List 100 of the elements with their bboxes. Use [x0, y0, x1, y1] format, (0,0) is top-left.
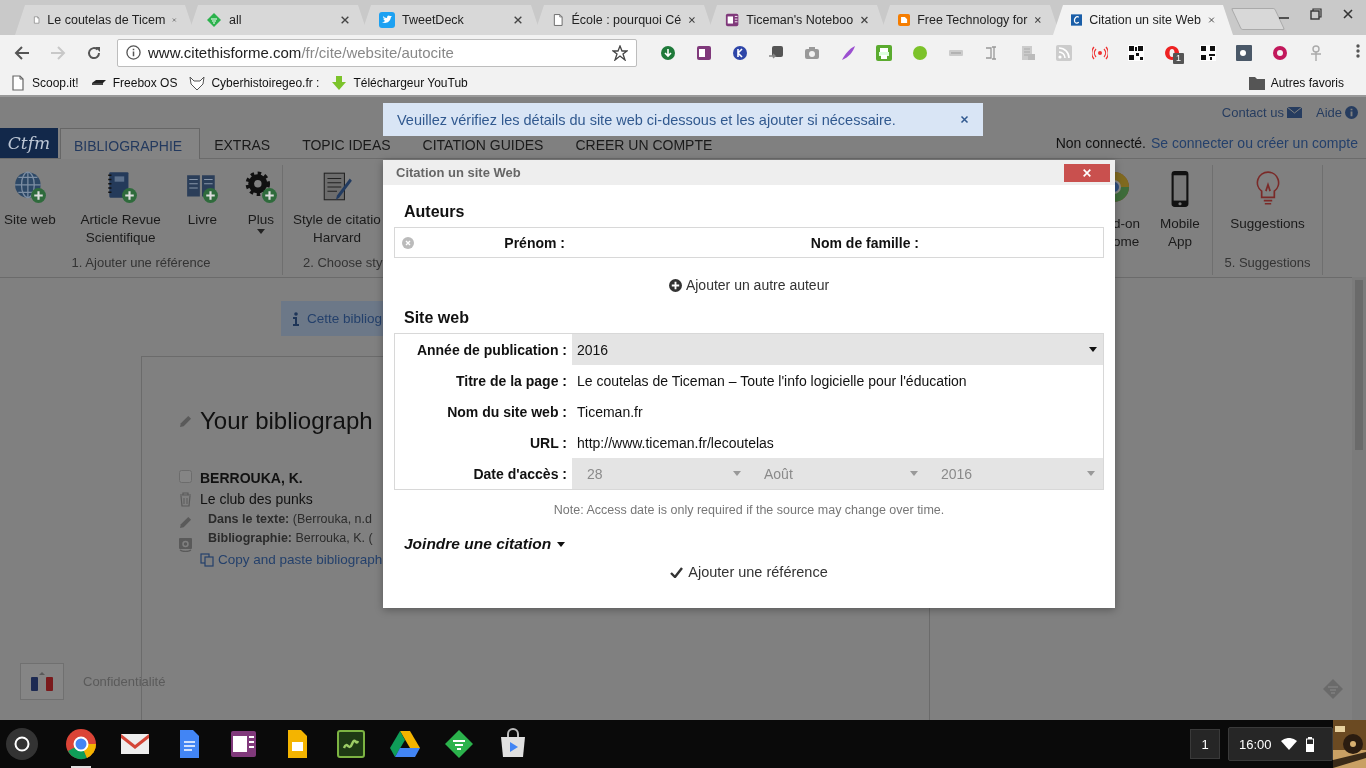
field-label: Année de publication :: [415, 341, 568, 358]
bookmark-link[interactable]: Téléchargeur YouTub: [353, 75, 468, 90]
download-icon: [331, 74, 348, 91]
count-badge: 1: [1173, 52, 1184, 64]
logo-icon: [1071, 12, 1083, 28]
login-status: Non connecté.: [1055, 135, 1146, 151]
check-icon: [670, 566, 684, 578]
ribbon-button[interactable]: Article Revue Scientifique: [80, 211, 161, 247]
folder-icon: [1248, 75, 1265, 90]
group-label: 2. Choose sty: [303, 255, 383, 270]
printer-icon[interactable]: [876, 44, 892, 61]
close-icon[interactable]: [340, 15, 350, 25]
field-label: Titre de la page :: [455, 372, 568, 389]
bookmark-folder[interactable]: Autres favoris: [1270, 75, 1344, 90]
close-icon: [960, 115, 969, 124]
ribbon-button[interactable]: Mobile App: [1160, 215, 1200, 251]
broadcast-icon[interactable]: [1092, 44, 1108, 61]
year-select[interactable]: 2016: [572, 334, 1103, 365]
checkbox[interactable]: [179, 470, 192, 483]
back-arrow-icon[interactable]: [14, 44, 30, 61]
caret-icon[interactable]: [257, 229, 265, 234]
text-field[interactable]: Le coutelas de Ticeman – Toute l'info logicielle pour l'éducation: [572, 365, 1103, 396]
star-icon[interactable]: [612, 44, 628, 61]
restore-icon[interactable]: [1310, 8, 1322, 20]
browser-tab[interactable]: Citation un site Web: [1053, 5, 1233, 35]
circle-icon: [14, 736, 30, 752]
ribbon-button[interactable]: Plus: [247, 211, 275, 229]
flag-icon: [31, 671, 53, 692]
info-icon: [293, 311, 299, 326]
ribbon-button[interactable]: Style de citatio Harvard: [293, 211, 381, 247]
ribbon-button[interactable]: Site web: [4, 211, 56, 229]
entry-title: Le club des punks: [200, 490, 314, 509]
bookmark-link[interactable]: Freebox OS: [112, 75, 178, 90]
wave-icon[interactable]: [335, 728, 367, 760]
download-icon[interactable]: [660, 44, 676, 61]
section-heading: Site web: [403, 309, 470, 327]
bookmark-link[interactable]: Scoop.it!: [32, 75, 79, 90]
site-logo[interactable]: Ctfm: [0, 128, 58, 158]
toggle-icon[interactable]: [1236, 44, 1252, 61]
notebook-icon[interactable]: [696, 44, 712, 61]
dot-icon[interactable]: [912, 44, 928, 61]
close-icon[interactable]: [688, 15, 696, 25]
note-text: Note: Access date is only required if the source may change over time.: [552, 503, 946, 517]
share-icon[interactable]: [768, 44, 784, 61]
device-icon: [90, 79, 107, 86]
entry-author: BERROUKA, K.: [200, 469, 304, 488]
bibliography-citation: Bibliographie: Berrouka, K. (: [207, 530, 374, 547]
field-label: Nom de famille :: [809, 234, 920, 251]
page-icon: [552, 12, 565, 28]
caret-icon: [1087, 471, 1095, 476]
launcher-button[interactable]: [6, 728, 38, 760]
page-icon: [10, 74, 26, 91]
bird-icon: [379, 12, 395, 28]
nav-tab[interactable]: EXTRAS: [200, 128, 289, 158]
close-icon[interactable]: [860, 15, 869, 25]
language-button[interactable]: [20, 663, 64, 700]
leaf-icon[interactable]: [443, 728, 475, 760]
nav-tab[interactable]: TOPIC IDEAS: [288, 128, 409, 158]
close-button[interactable]: [960, 115, 969, 124]
qr-code-icon[interactable]: [1200, 44, 1216, 61]
plus-circle-icon: [668, 278, 682, 292]
feather-icon[interactable]: [840, 44, 856, 61]
qr-code-icon[interactable]: [1128, 44, 1144, 61]
close-icon[interactable]: [1034, 15, 1042, 25]
text-field[interactable]: http://www.ticeman.fr/lecoutelas: [572, 427, 1103, 458]
scrollbar[interactable]: [1352, 277, 1366, 720]
ribbon-button[interactable]: Suggestions: [1230, 215, 1305, 233]
add-reference-button[interactable]: Ajouter une référence: [664, 563, 834, 581]
menu-icon[interactable]: [1356, 42, 1360, 59]
close-icon[interactable]: [1342, 8, 1354, 20]
address-bar[interactable]: www.citethisforme.com/fr/cite/website/autocite: [117, 38, 637, 67]
dialog-title: Citation un site Web: [396, 165, 522, 180]
triangle-icon[interactable]: [389, 728, 421, 760]
battery-icon: [1305, 736, 1314, 752]
field-label: Prénom :: [503, 234, 566, 251]
bookmark-link[interactable]: Cyberhistoiregeo.fr :: [211, 75, 320, 90]
section-heading: Auteurs: [403, 203, 466, 221]
status-tray[interactable]: 16:00: [1228, 727, 1333, 761]
clock: 16:00: [1239, 736, 1272, 752]
desk-button[interactable]: 1: [1190, 729, 1220, 759]
aperture-icon[interactable]: [1272, 44, 1288, 61]
text-field[interactable]: Ticeman.fr: [572, 396, 1103, 427]
browser-icon[interactable]: [65, 728, 97, 760]
notebook-icon: [725, 12, 740, 28]
envelope-icon: [1286, 107, 1302, 118]
alert-text: Veuillez vérifiez les détails du site web ci-dessous et les ajouter si nécessaire.: [397, 111, 897, 128]
circle-icon[interactable]: [732, 44, 748, 61]
info-icon: [126, 45, 141, 60]
reload-icon[interactable]: [86, 44, 102, 61]
close-button[interactable]: [1064, 163, 1110, 182]
field-label: URL :: [528, 434, 568, 451]
group-label: 1. Ajouter une référence: [71, 255, 211, 270]
camera-icon[interactable]: [804, 44, 820, 61]
add-author-link[interactable]: Ajouter un autre auteur: [685, 277, 830, 293]
caret-icon: [557, 541, 566, 547]
ribbon-button[interactable]: Livre: [187, 211, 217, 229]
field-label: Date d'accès :: [472, 465, 568, 482]
attach-quote-toggle[interactable]: Joindre une citation: [404, 535, 552, 553]
close-icon: [1082, 167, 1092, 178]
close-icon[interactable]: [513, 15, 523, 25]
